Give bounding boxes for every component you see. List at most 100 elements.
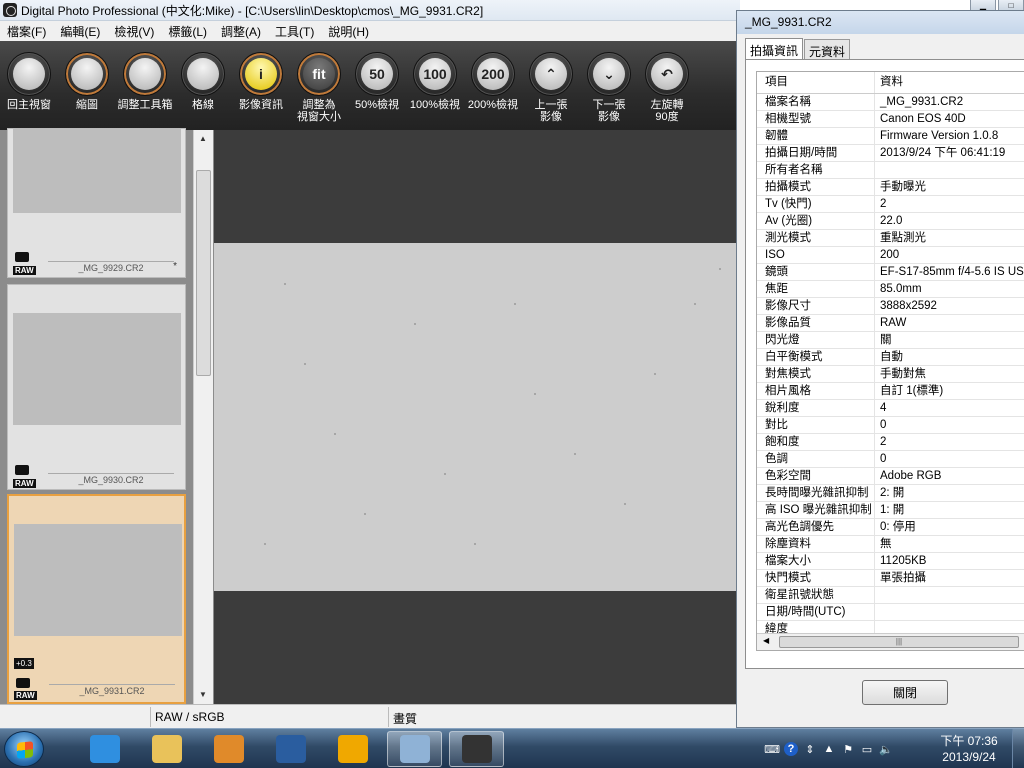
thumbnail-item-selected[interactable]: +0.3 RAW _MG_9931.CR2 [7, 494, 186, 704]
table-row[interactable]: 相機型號 Canon EOS 40D [757, 111, 1024, 128]
scrollbar-thumb[interactable] [196, 170, 211, 376]
toolbar-label: 影像資訊 [239, 99, 283, 111]
scroll-down-arrow-icon[interactable]: ▼ [199, 690, 207, 699]
start-button[interactable] [4, 731, 44, 767]
table-hscrollbar[interactable]: ◀ ||| [757, 633, 1024, 650]
menu-file[interactable]: 檔案(F) [0, 23, 53, 40]
close-button[interactable]: 關閉 [862, 680, 948, 705]
rotate-left-button[interactable]: ↶ 左旋轉 90度 [638, 41, 696, 130]
table-row[interactable]: 檔案大小 11205KB [757, 553, 1024, 570]
header-item: 項目 [757, 72, 875, 93]
scroll-up-arrow-icon[interactable]: ▲ [199, 134, 207, 143]
info-table[interactable]: 項目 資料 檔案名稱 _MG_9931.CR2 相機型號 Canon EOS 40D 韌… [756, 71, 1024, 651]
tool-palette-button[interactable]: 調整工具箱 [116, 41, 174, 130]
image-info-button[interactable]: i 影像資訊 [232, 41, 290, 130]
thumbnail-filename: _MG_9929.CR2 [48, 261, 174, 273]
table-row[interactable]: 對比 0 [757, 417, 1024, 434]
table-row[interactable]: 對焦模式 手動對焦 [757, 366, 1024, 383]
thumbnail-item[interactable]: RAW _MG_9930.CR2 [7, 284, 186, 490]
next-image-button[interactable]: ⌄ 下一張 影像 [580, 41, 638, 130]
table-row[interactable]: 測光模式 重點測光 [757, 230, 1024, 247]
menu-help[interactable]: 說明(H) [321, 23, 376, 40]
table-row[interactable]: 拍攝日期/時間 2013/9/24 下午 06:41:19 [757, 145, 1024, 162]
image-viewer[interactable] [214, 130, 740, 704]
language-icon[interactable]: ⇕ [803, 742, 817, 756]
fit-window-button[interactable]: fit 調整為 視窗大小 [290, 41, 348, 130]
camera-icon [15, 252, 29, 262]
menu-view[interactable]: 檢視(V) [107, 23, 161, 40]
zoom-50-button[interactable]: 50 50%檢視 [348, 41, 406, 130]
table-row[interactable]: 焦距 85.0mm [757, 281, 1024, 298]
row-data: 手動曝光 [880, 181, 926, 193]
clock[interactable]: 下午 07:36 2013/9/24 [930, 733, 1008, 765]
scroll-left-arrow-icon[interactable]: ◀ [763, 636, 769, 645]
keyboard-icon[interactable]: ⌨ [764, 742, 780, 756]
show-desktop-button[interactable] [1012, 729, 1024, 768]
table-row[interactable]: 拍攝模式 手動曝光 [757, 179, 1024, 196]
row-data: 2 [880, 198, 887, 210]
table-row[interactable]: 高 ISO 曝光雜訊抑制 1: 開 [757, 502, 1024, 519]
ie-taskbar-button[interactable] [77, 731, 132, 767]
zoom-50-icon-glyph: 50 [361, 58, 393, 90]
menu-edit[interactable]: 編輯(E) [53, 23, 107, 40]
network-icon[interactable]: ▭ [860, 742, 874, 756]
toolbar-label: 回主視窗 [7, 99, 51, 111]
explorer-taskbar-button[interactable] [139, 731, 194, 767]
table-row[interactable]: 檔案名稱 _MG_9931.CR2 [757, 94, 1024, 111]
dpp-taskbar-button[interactable] [449, 731, 504, 767]
palette-icon [123, 52, 167, 96]
grid-button[interactable]: 格線 [174, 41, 232, 130]
row-data: 無 [880, 538, 892, 550]
table-row[interactable]: 長時間曝光雜訊抑制 2: 開 [757, 485, 1024, 502]
pps-icon [337, 735, 368, 763]
table-row[interactable]: 色彩空間 Adobe RGB [757, 468, 1024, 485]
table-row[interactable]: 影像品質 RAW [757, 315, 1024, 332]
table-row[interactable]: 日期/時間(UTC) [757, 604, 1024, 621]
row-item: 檔案大小 [757, 553, 875, 569]
table-row[interactable]: 閃光燈關 [757, 332, 1024, 349]
flag-icon[interactable]: ⚑ [841, 742, 855, 756]
table-row[interactable]: 色調 0 [757, 451, 1024, 468]
home-button[interactable]: 回主視窗 [0, 41, 58, 130]
table-row[interactable]: 影像尺寸 3888x2592 [757, 298, 1024, 315]
table-row[interactable]: 銳利度 4 [757, 400, 1024, 417]
toolbar-label: 上一張 影像 [534, 99, 568, 123]
table-row[interactable]: ISO 200 [757, 247, 1024, 264]
main-titlebar[interactable]: Digital Photo Professional (中文化:Mike) - … [0, 0, 740, 21]
thumbnail-button[interactable]: 縮圖 [58, 41, 116, 130]
table-row[interactable]: Tv (快門) 2 [757, 196, 1024, 213]
table-row[interactable]: 衛星訊號狀態 [757, 587, 1024, 604]
volume-icon[interactable]: 🔈 [879, 742, 893, 756]
table-row[interactable]: 白平衡模式 自動 [757, 349, 1024, 366]
menu-label[interactable]: 標籤(L) [161, 23, 214, 40]
row-data: 0 [880, 453, 887, 465]
show-hidden-icons-icon[interactable]: ▲ [822, 742, 836, 756]
table-row[interactable]: 快門模式 單張拍攝 [757, 570, 1024, 587]
zoom-100-icon-glyph: 100 [419, 58, 451, 90]
menu-tools[interactable]: 工具(T) [268, 23, 321, 40]
zoom-200-button[interactable]: 200 200%檢視 [464, 41, 522, 130]
thumbnail-scrollbar[interactable]: ▲ ▼ [193, 130, 213, 704]
paint-taskbar-button[interactable] [387, 731, 442, 767]
previous-image-button[interactable]: ⌃ 上一張 影像 [522, 41, 580, 130]
row-item: 銳利度 [757, 400, 875, 416]
media-taskbar-button[interactable] [201, 731, 256, 767]
hscroll-thumb[interactable]: ||| [779, 636, 1019, 648]
table-row[interactable]: Av (光圈) 22.0 [757, 213, 1024, 230]
table-row[interactable]: 飽和度 2 [757, 434, 1024, 451]
pps-taskbar-button[interactable] [325, 731, 380, 767]
table-row[interactable]: 所有者名稱 [757, 162, 1024, 179]
zoom-200-icon-glyph: 200 [477, 58, 509, 90]
row-data [875, 604, 1024, 620]
table-row[interactable]: 相片風格 自訂 1(標準) [757, 383, 1024, 400]
table-row[interactable]: 除塵資料無 [757, 536, 1024, 553]
table-row[interactable]: 韌體 Firmware Version 1.0.8 [757, 128, 1024, 145]
thumbnail-item[interactable]: RAW _MG_9929.CR2 * [7, 128, 186, 278]
system-tray: ⌨ ? ⇕ ▲ ⚑ ▭ 🔈 [764, 729, 893, 768]
table-row[interactable]: 鏡頭 EF-S17-85mm f/4-5.6 IS USM [757, 264, 1024, 281]
table-row[interactable]: 高光色調優先 0: 停用 [757, 519, 1024, 536]
menu-adjust[interactable]: 調整(A) [214, 23, 268, 40]
cs-taskbar-button[interactable] [263, 731, 318, 767]
zoom-100-button[interactable]: 100 100%檢視 [406, 41, 464, 130]
help-icon[interactable]: ? [784, 742, 798, 756]
